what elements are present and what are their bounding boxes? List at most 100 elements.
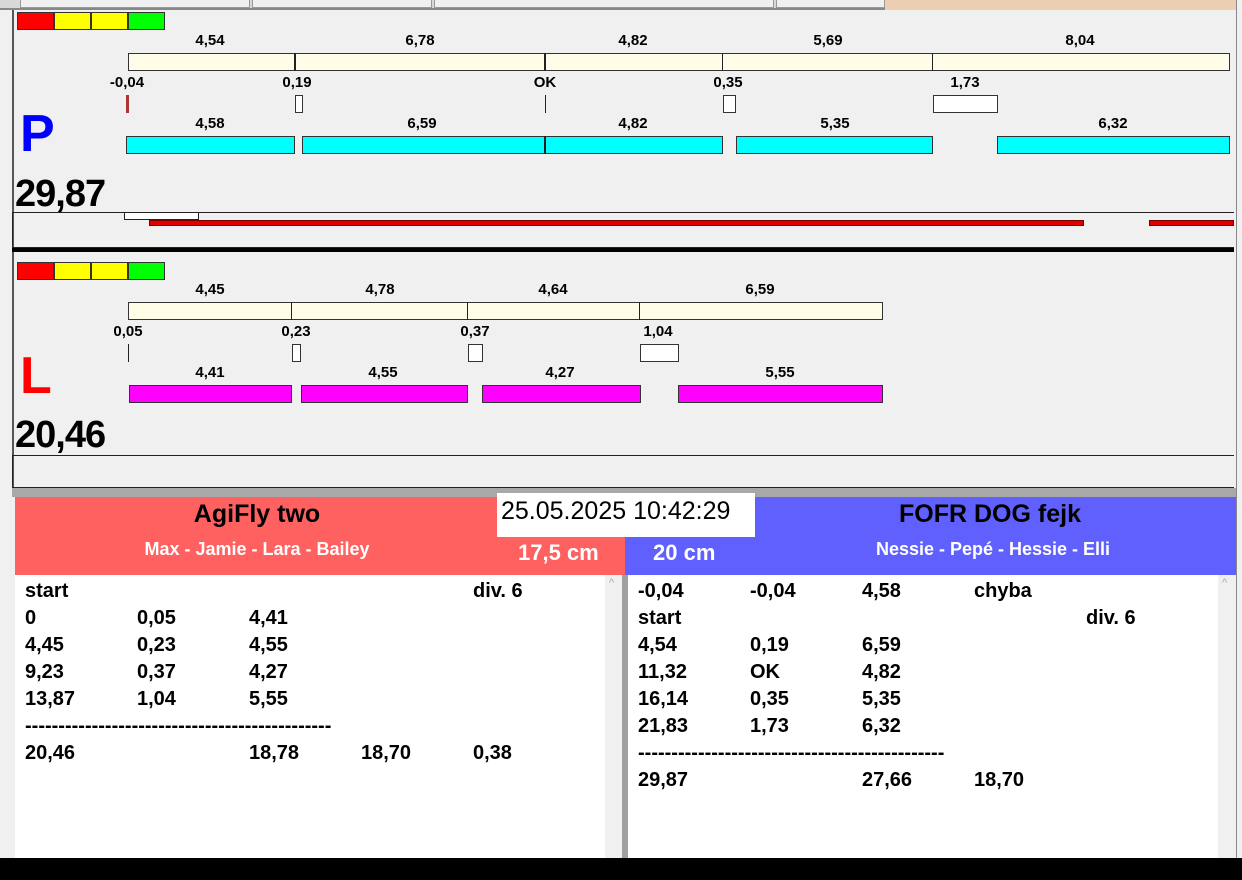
run-label: 4,58 bbox=[195, 115, 225, 132]
gap-label: -0,04 bbox=[109, 74, 145, 91]
list-cell: chyba bbox=[974, 580, 1032, 602]
left-results-list[interactable]: start div. 6 0 0,05 4,41 4,45 0,23 4,55 9,23 0,37… bbox=[15, 575, 605, 858]
run-bar bbox=[301, 385, 468, 403]
gap-marker bbox=[545, 95, 546, 113]
gap-marker bbox=[468, 344, 483, 362]
left-team-name: AgiFly two bbox=[193, 500, 321, 528]
scrollbar[interactable] bbox=[605, 575, 622, 858]
run-bar bbox=[126, 136, 295, 154]
taskbar bbox=[0, 858, 1242, 880]
list-cell: 0,23 bbox=[137, 634, 176, 656]
run-label: 6,59 bbox=[407, 115, 437, 132]
total-time: 20,46 bbox=[15, 414, 106, 456]
right-results-list[interactable]: -0,04 -0,04 4,58 chyba start div. 6 4,54 0,19 6,… bbox=[628, 575, 1218, 858]
right-team-dogs: Nessie - Pepé - Hessie - Elli bbox=[875, 539, 1111, 559]
run-label: 5,35 bbox=[820, 115, 850, 132]
status-light-red bbox=[17, 12, 54, 30]
tab[interactable] bbox=[20, 0, 250, 8]
split-label: 6,59 bbox=[745, 281, 775, 298]
split-label: 4,64 bbox=[538, 281, 568, 298]
list-cell: 1,04 bbox=[137, 688, 176, 710]
right-team-height: 20 cm bbox=[653, 540, 716, 565]
window-edge bbox=[1236, 0, 1242, 858]
list-cell: 4,41 bbox=[249, 607, 288, 629]
list-cell: 20,46 bbox=[25, 742, 76, 764]
run-label: 4,82 bbox=[618, 115, 648, 132]
scrollbar[interactable] bbox=[1218, 575, 1235, 858]
status-light-yellow bbox=[54, 12, 91, 30]
list-cell: 9,23 bbox=[25, 661, 64, 683]
gap-label: 0,05 bbox=[113, 323, 143, 340]
gap-label: 0,35 bbox=[713, 74, 743, 91]
tab-strip bbox=[0, 0, 885, 10]
right-team-name: FOFR DOG fejk bbox=[899, 500, 1081, 528]
list-cell: OK bbox=[750, 661, 780, 683]
status-light-yellow bbox=[91, 12, 128, 30]
gap-marker bbox=[128, 344, 129, 362]
run-label: 6,32 bbox=[1098, 115, 1128, 132]
list-cell: 21,83 bbox=[638, 715, 689, 737]
gap-marker bbox=[640, 344, 679, 362]
gap-label: 0,23 bbox=[281, 323, 311, 340]
list-cell: 0,05 bbox=[137, 607, 176, 629]
status-light-yellow bbox=[54, 262, 91, 280]
list-cell: 4,54 bbox=[638, 634, 677, 656]
gap-marker bbox=[295, 95, 303, 113]
tab[interactable] bbox=[252, 0, 432, 8]
list-cell: 0,38 bbox=[473, 742, 512, 764]
split-label: 4,82 bbox=[618, 32, 648, 49]
split-label: 6,78 bbox=[405, 32, 435, 49]
list-cell: div. 6 bbox=[473, 580, 523, 602]
run-bar bbox=[736, 136, 933, 154]
tab[interactable] bbox=[776, 0, 885, 8]
split-divider bbox=[639, 302, 640, 320]
total-time: 29,87 bbox=[15, 173, 106, 215]
gap-label: 1,73 bbox=[950, 74, 980, 91]
list-cell: 18,70 bbox=[361, 742, 412, 764]
split-label: 4,54 bbox=[195, 32, 225, 49]
split-divider bbox=[467, 302, 468, 320]
timeline-bar bbox=[1149, 220, 1234, 226]
list-cell: 4,58 bbox=[862, 580, 901, 602]
run-divider bbox=[544, 136, 546, 154]
split-label: 8,04 bbox=[1065, 32, 1095, 49]
status-light-green bbox=[128, 12, 165, 30]
split-divider bbox=[932, 53, 933, 71]
list-cell: 4,82 bbox=[862, 661, 901, 683]
split-label: 4,78 bbox=[365, 281, 395, 298]
list-cell: 11,32 bbox=[638, 661, 687, 683]
gap-label: 1,04 bbox=[643, 323, 673, 340]
gap-label: 0,37 bbox=[460, 323, 490, 340]
gap-label: OK bbox=[533, 74, 557, 91]
run-label: 5,55 bbox=[765, 364, 795, 381]
run-bar bbox=[678, 385, 883, 403]
tab[interactable] bbox=[434, 0, 774, 8]
split-divider bbox=[291, 302, 292, 320]
gap-marker bbox=[933, 95, 998, 113]
list-cell: ----------------------------------------… bbox=[25, 715, 332, 737]
left-team-dogs: Max - Jamie - Lara - Bailey bbox=[144, 539, 370, 559]
split-label: 4,45 bbox=[195, 281, 225, 298]
gap-label: 0,19 bbox=[282, 74, 312, 91]
list-cell: 27,66 bbox=[862, 769, 913, 791]
list-cell: 13,87 bbox=[25, 688, 76, 710]
list-cell: 18,78 bbox=[249, 742, 300, 764]
status-light-yellow bbox=[91, 262, 128, 280]
list-cell: 0 bbox=[25, 607, 37, 629]
run-label: 4,55 bbox=[368, 364, 398, 381]
run-bar bbox=[129, 385, 292, 403]
datetime: 25.05.2025 10:42:29 bbox=[497, 493, 755, 537]
list-cell: ----------------------------------------… bbox=[638, 742, 945, 764]
lane-letter: L bbox=[20, 347, 52, 405]
gap-marker bbox=[723, 95, 736, 113]
list-cell: -0,04 bbox=[638, 580, 684, 602]
timeline-strip bbox=[12, 455, 1234, 488]
list-cell: 16,14 bbox=[638, 688, 689, 710]
timeline-marker bbox=[124, 212, 199, 220]
list-cell: 5,35 bbox=[862, 688, 901, 710]
run-bar bbox=[302, 136, 723, 154]
list-cell: 29,87 bbox=[638, 769, 689, 791]
timeline-bar bbox=[149, 220, 1084, 226]
list-cell: start bbox=[638, 607, 682, 629]
list-cell: 6,32 bbox=[862, 715, 901, 737]
